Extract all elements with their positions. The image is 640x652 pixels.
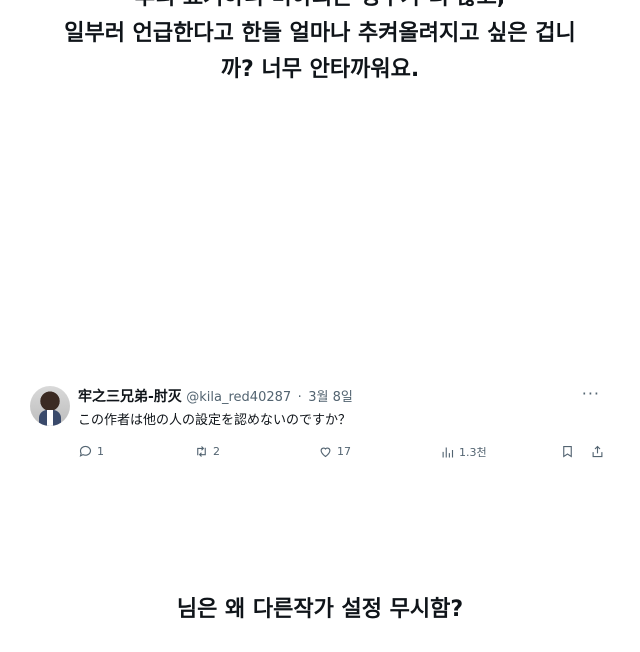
avatar[interactable] <box>30 386 70 426</box>
reply-button[interactable]: 1 <box>78 444 104 459</box>
like-icon <box>320 447 331 458</box>
bookmark-icon <box>563 445 572 458</box>
retweet-icon <box>197 446 206 457</box>
like-count: 17 <box>337 445 351 458</box>
views-button[interactable]: 1.3천 <box>440 444 487 460</box>
bookmark-button[interactable] <box>560 444 575 459</box>
like-button[interactable]: 17 <box>318 444 351 459</box>
more-icon[interactable]: ··· <box>582 384 600 403</box>
separator-dot: · <box>297 390 302 405</box>
caption-line-3: 까? 너무 안타까워요. <box>220 57 420 82</box>
views-count: 1.3천 <box>459 446 487 459</box>
tweet-card[interactable]: 牢之三兄弟-肘灭 @kila_red40287 · 3월 8일 ··· この作者… <box>30 382 614 472</box>
avatar-shirt <box>47 410 53 426</box>
caption-top: 후리 표기하니 미아되는 경우가 더 많고, 일부러 언급한다고 한들 얼마나 … <box>0 0 640 88</box>
share-button[interactable] <box>590 444 605 459</box>
reply-count: 1 <box>97 445 104 458</box>
display-name[interactable]: 牢之三兄弟-肘灭 <box>78 389 182 405</box>
tweet-actions: 1 2 17 1.3천 <box>78 444 618 464</box>
caption-line-1: 후리 표기하니 미아되는 경우가 더 많고, <box>0 0 640 16</box>
share-icon <box>592 445 603 458</box>
tweet-date[interactable]: 3월 8일 <box>308 390 353 405</box>
reply-icon <box>79 445 92 457</box>
tweet-text: この作者は他の人の設定を認めないのですか？ <box>78 413 352 428</box>
caption-bottom: 님은 왜 다른작가 설정 무시함? <box>176 597 464 622</box>
retweet-button[interactable]: 2 <box>194 444 220 459</box>
views-icon <box>442 447 454 457</box>
tweet-header: 牢之三兄弟-肘灭 @kila_red40287 · 3월 8일 <box>78 386 353 406</box>
retweet-count: 2 <box>213 445 220 458</box>
caption-line-2: 일부러 언급한다고 한들 얼마나 추켜올려지고 싶은 겁니 <box>64 21 576 46</box>
user-handle[interactable]: @kila_red40287 <box>186 390 291 405</box>
